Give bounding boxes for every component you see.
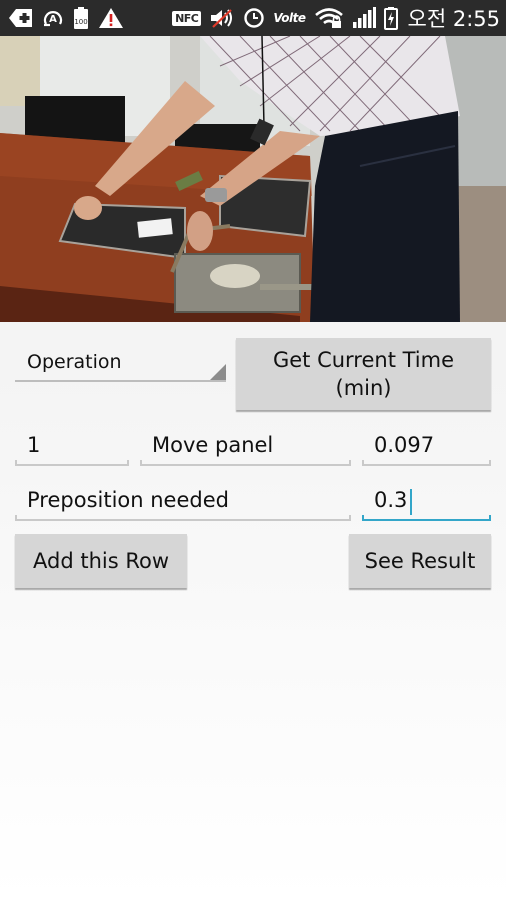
svg-text:A: A (49, 14, 57, 25)
signal-icon (352, 7, 376, 29)
status-bar: A 100 NFC Volte 오전 2:55 (0, 0, 506, 36)
camera-preview (0, 36, 506, 322)
description-input[interactable] (15, 481, 351, 519)
operation-name-input[interactable] (140, 426, 351, 464)
operation-time-field[interactable] (362, 426, 491, 466)
status-bar-right: NFC Volte 오전 2:55 (172, 3, 500, 33)
nfc-icon: NFC (172, 10, 202, 26)
get-current-time-label-line2: (min) (335, 376, 392, 400)
svg-text:100: 100 (74, 18, 87, 26)
value-field[interactable] (362, 481, 491, 521)
value-input[interactable] (362, 481, 491, 519)
mute-icon (209, 7, 235, 29)
row-number-input[interactable] (15, 426, 129, 464)
operation-name-field[interactable] (140, 426, 351, 466)
auto-rotate-icon: A (42, 7, 64, 29)
get-current-time-button[interactable]: Get Current Time (min) (236, 338, 491, 410)
clock: 오전 2:55 (407, 7, 500, 31)
operation-time-input[interactable] (362, 426, 491, 464)
add-row-button[interactable]: Add this Row (15, 534, 187, 588)
get-current-time-label-line1: Get Current Time (272, 347, 455, 372)
alarm-icon (243, 7, 265, 29)
description-field[interactable] (15, 481, 351, 521)
dropdown-caret-icon (210, 364, 226, 380)
volte-icon: Volte (273, 11, 306, 25)
warning-icon (98, 7, 124, 29)
add-icon (8, 8, 34, 28)
wifi-lock-icon (314, 7, 344, 29)
see-result-button[interactable]: See Result (349, 534, 491, 588)
status-bar-left: A 100 (8, 6, 124, 30)
operation-spinner[interactable]: Operation (15, 340, 226, 382)
text-cursor (410, 489, 412, 515)
battery-saver-100-icon: 100 (72, 6, 90, 30)
operation-spinner-value: Operation (27, 351, 122, 373)
charging-battery-icon (383, 6, 398, 30)
row-number-field[interactable] (15, 426, 129, 466)
